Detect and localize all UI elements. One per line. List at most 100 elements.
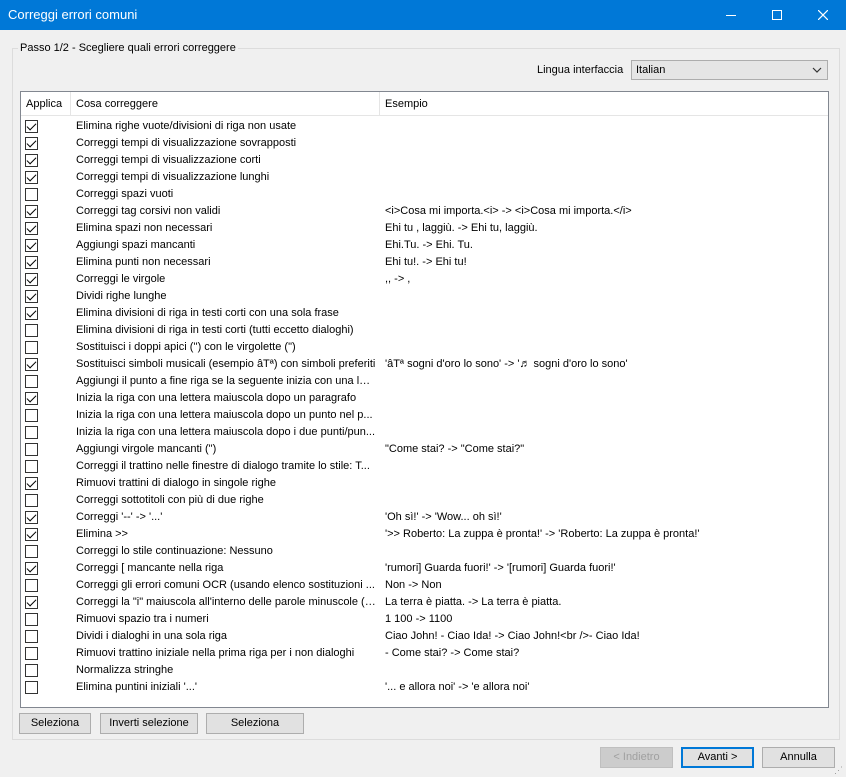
apply-checkbox[interactable] [25,579,38,592]
fix-description: Elimina righe vuote/divisioni di riga no… [76,120,297,132]
apply-checkbox[interactable] [25,511,38,524]
list-item[interactable]: Inizia la riga con una lettera maiuscola… [21,390,828,407]
list-item[interactable]: Correggi [ mancante nella riga 'rumori] G… [21,560,828,577]
fix-example: Non -> Non [385,579,442,591]
list-item[interactable]: Aggiungi virgole mancanti (") "Come stai?… [21,441,828,458]
fix-description: Aggiungi virgole mancanti (") [76,443,217,455]
maximize-button[interactable] [754,0,800,30]
list-item[interactable]: Elimina >> '>> Roberto: La zuppa è pronta… [21,526,828,543]
resize-grip-icon[interactable]: ⋰ [834,765,844,775]
apply-checkbox[interactable] [25,273,38,286]
fixes-list[interactable]: Applica Cosa correggere Esempio Elimina … [20,91,829,708]
list-item[interactable]: Correggi tempi di visualizzazione sovrap… [21,135,828,152]
list-item[interactable]: Dividi righe lunghe [21,288,828,305]
apply-checkbox[interactable] [25,120,38,133]
cancel-button[interactable]: Annulla [762,747,835,768]
list-item[interactable]: Rimuovi trattini di dialogo in singole r… [21,475,828,492]
apply-checkbox[interactable] [25,630,38,643]
apply-checkbox[interactable] [25,545,38,558]
fix-description: Correggi tempi di visualizzazione lunghi [76,171,270,183]
apply-checkbox[interactable] [25,426,38,439]
close-button[interactable] [800,0,846,30]
fix-description: Dividi i dialoghi in una sola riga [76,630,228,642]
list-item[interactable]: Elimina divisioni di riga in testi corti… [21,322,828,339]
list-item[interactable]: Rimuovi spazio tra i numeri 1 100 -> 1100 [21,611,828,628]
list-item[interactable]: Sostituisci simboli musicali (esempio âT… [21,356,828,373]
apply-checkbox[interactable] [25,664,38,677]
column-header-what[interactable]: Cosa correggere [71,92,380,116]
language-select[interactable]: Italian [631,60,828,80]
apply-checkbox[interactable] [25,222,38,235]
apply-checkbox[interactable] [25,392,38,405]
apply-checkbox[interactable] [25,681,38,694]
column-header-example[interactable]: Esempio [380,92,828,116]
list-item[interactable]: Elimina divisioni di riga in testi corti… [21,305,828,322]
list-item[interactable]: Dividi i dialoghi in una sola riga Ciao J… [21,628,828,645]
fix-description: Rimuovi trattino iniziale nella prima ri… [76,647,355,659]
column-header-apply[interactable]: Applica [21,92,71,116]
fix-description: Elimina punti non necessari [76,256,211,268]
list-item[interactable]: Elimina punti non necessari Ehi tu!. -> E… [21,254,828,271]
apply-checkbox[interactable] [25,358,38,371]
apply-checkbox[interactable] [25,596,38,609]
apply-checkbox[interactable] [25,239,38,252]
select-all-button[interactable]: Seleziona [19,713,91,734]
apply-checkbox[interactable] [25,324,38,337]
list-item[interactable]: Correggi '--' -> '...' 'Oh sì!' -> 'Wow..… [21,509,828,526]
list-item[interactable]: Aggiungi il punto a fine riga se la segu… [21,373,828,390]
fix-example: 'Oh sì!' -> 'Wow... oh sì!' [385,511,502,523]
fix-description: Elimina divisioni di riga in testi corti… [76,324,354,336]
list-item[interactable]: Normalizza stringhe [21,662,828,679]
minimize-button[interactable] [708,0,754,30]
list-item[interactable]: Inizia la riga con una lettera maiuscola… [21,407,828,424]
apply-checkbox[interactable] [25,528,38,541]
list-item[interactable]: Correggi tempi di visualizzazione lunghi [21,169,828,186]
apply-checkbox[interactable] [25,409,38,422]
fix-description: Inizia la riga con una lettera maiuscola… [76,392,357,404]
list-item[interactable]: Correggi il trattino nelle finestre di d… [21,458,828,475]
apply-checkbox[interactable] [25,205,38,218]
invert-selection-button[interactable]: Inverti selezione [100,713,198,734]
list-item[interactable]: Correggi le virgole ,, -> , [21,271,828,288]
next-button[interactable]: Avanti > [681,747,754,768]
apply-checkbox[interactable] [25,477,38,490]
select-button[interactable]: Seleziona [206,713,304,734]
list-item[interactable]: Aggiungi spazi mancanti Ehi.Tu. -> Ehi. T… [21,237,828,254]
list-item[interactable]: Correggi lo stile continuazione: Nessuno [21,543,828,560]
list-item[interactable]: Correggi spazi vuoti [21,186,828,203]
list-item[interactable]: Elimina spazi non necessari Ehi tu , lagg… [21,220,828,237]
apply-checkbox[interactable] [25,256,38,269]
apply-checkbox[interactable] [25,290,38,303]
list-item[interactable]: Inizia la riga con una lettera maiuscola… [21,424,828,441]
apply-checkbox[interactable] [25,341,38,354]
apply-checkbox[interactable] [25,460,38,473]
list-item[interactable]: Correggi tag corsivi non validi <i>Cosa m… [21,203,828,220]
apply-checkbox[interactable] [25,154,38,167]
apply-checkbox[interactable] [25,188,38,201]
fix-description: Correggi [ mancante nella riga [76,562,224,574]
fix-example: "Come stai? -> "Come stai?" [385,443,525,455]
apply-checkbox[interactable] [25,171,38,184]
list-item[interactable]: Correggi tempi di visualizzazione corti [21,152,828,169]
apply-checkbox[interactable] [25,307,38,320]
fix-example: Ehi.Tu. -> Ehi. Tu. [385,239,473,251]
window-title: Correggi errori comuni [8,7,138,22]
apply-checkbox[interactable] [25,137,38,150]
fix-description: Correggi tag corsivi non validi [76,205,221,217]
fix-example: 'âTª sogni d'oro lo sono' -> '♬ sogni d'… [385,358,628,370]
apply-checkbox[interactable] [25,647,38,660]
list-item[interactable]: Correggi gli errori comuni OCR (usando e… [21,577,828,594]
apply-checkbox[interactable] [25,375,38,388]
list-item[interactable]: Correggi la "i" maiuscola all'interno de… [21,594,828,611]
apply-checkbox[interactable] [25,562,38,575]
apply-checkbox[interactable] [25,443,38,456]
list-item[interactable]: Elimina puntini iniziali '...' '... e all… [21,679,828,696]
apply-checkbox[interactable] [25,613,38,626]
fix-example: 1 100 -> 1100 [385,613,453,625]
list-item[interactable]: Rimuovi trattino iniziale nella prima ri… [21,645,828,662]
list-item[interactable]: Correggi sottotitoli con più di due righ… [21,492,828,509]
list-item[interactable]: Sostituisci i doppi apici ('') con le vi… [21,339,828,356]
apply-checkbox[interactable] [25,494,38,507]
back-button[interactable]: < Indietro [600,747,673,768]
list-item[interactable]: Elimina righe vuote/divisioni di riga no… [21,118,828,135]
